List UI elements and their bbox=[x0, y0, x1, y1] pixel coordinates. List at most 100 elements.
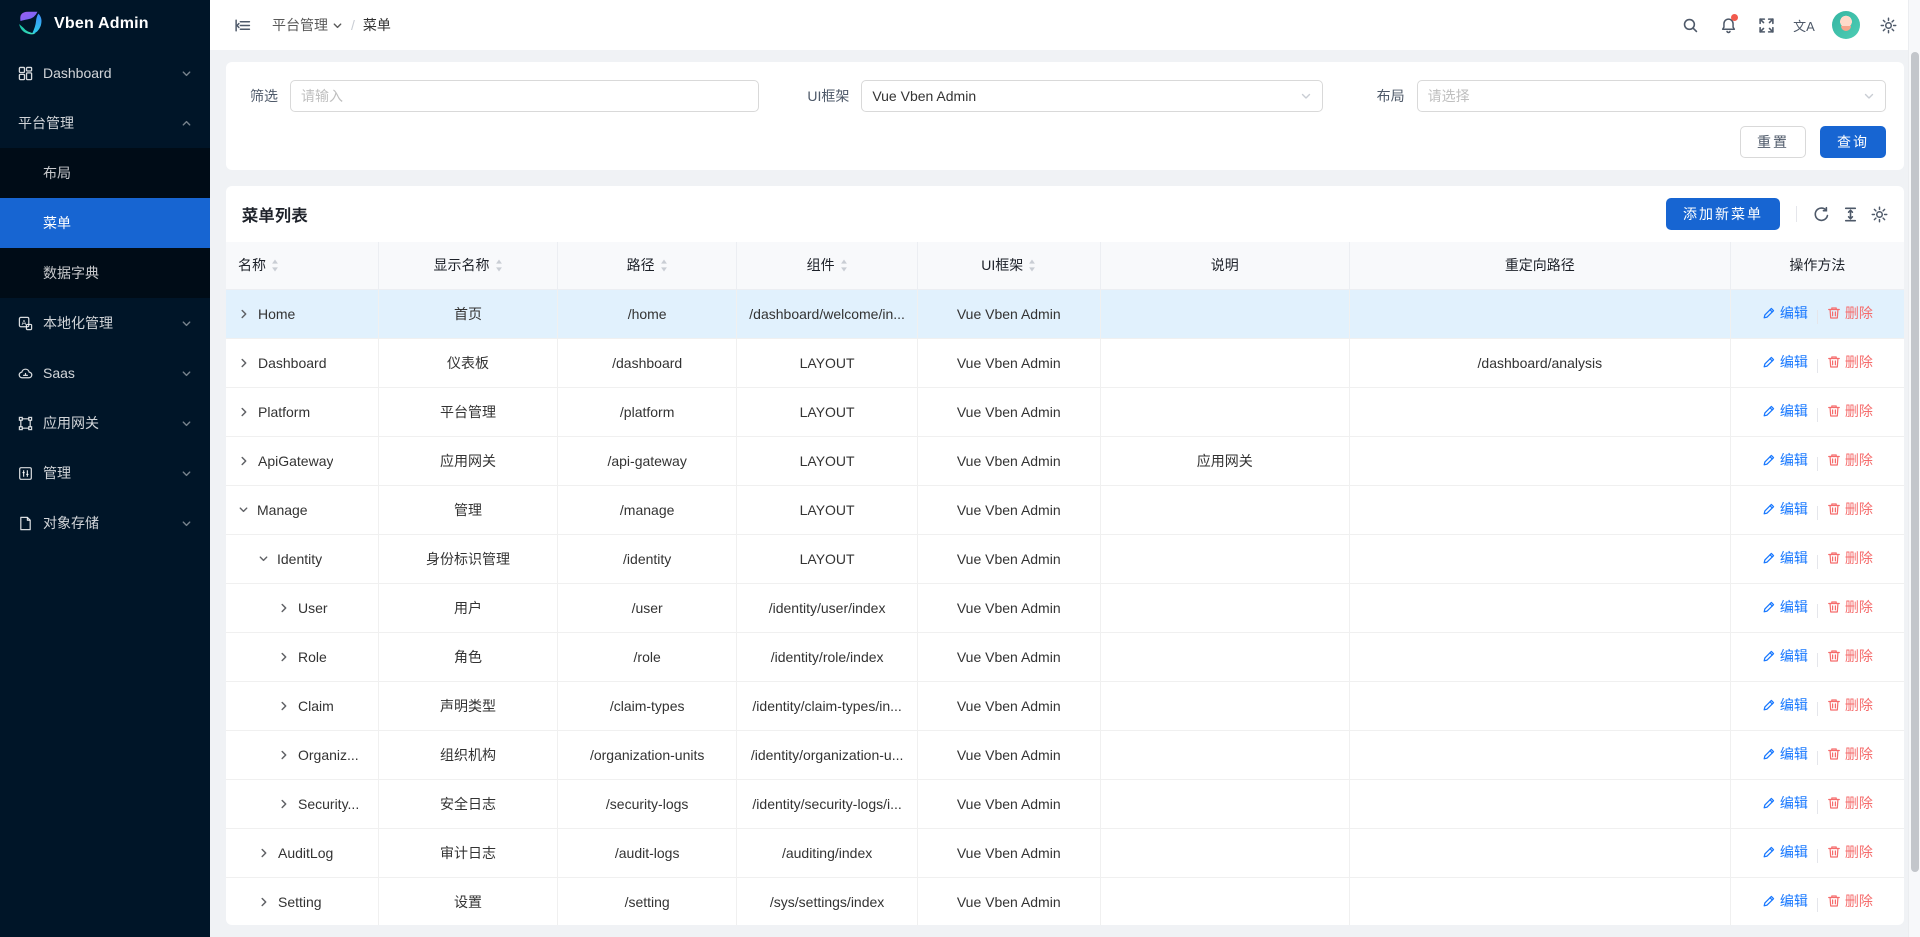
cell-name: Platform bbox=[226, 387, 379, 436]
layout-select[interactable]: 请选择 bbox=[1417, 80, 1886, 112]
edit-link[interactable]: 编辑 bbox=[1762, 793, 1808, 813]
filter-keyword-input[interactable] bbox=[290, 80, 759, 112]
tree-expand-icon[interactable] bbox=[238, 504, 249, 515]
edit-link[interactable]: 编辑 bbox=[1762, 401, 1808, 421]
edit-link[interactable]: 编辑 bbox=[1762, 303, 1808, 323]
delete-link[interactable]: 删除 bbox=[1827, 842, 1873, 862]
table-row[interactable]: Identity身份标识管理/identityLAYOUTVue Vben Ad… bbox=[226, 534, 1904, 583]
pencil-icon bbox=[1762, 453, 1776, 467]
delete-link[interactable]: 删除 bbox=[1827, 548, 1873, 568]
tree-expand-icon[interactable] bbox=[258, 896, 270, 908]
query-button[interactable]: 查询 bbox=[1820, 126, 1886, 158]
delete-link[interactable]: 删除 bbox=[1827, 793, 1873, 813]
tree-expand-icon[interactable] bbox=[278, 749, 290, 761]
tree-expand-icon[interactable] bbox=[258, 847, 270, 859]
notification-bell-icon[interactable] bbox=[1712, 9, 1744, 41]
tree-expand-icon[interactable] bbox=[278, 602, 290, 614]
sidebar-item-api-gateway[interactable]: 应用网关 bbox=[0, 398, 210, 448]
table-row[interactable]: Home首页/home/dashboard/welcome/in...Vue V… bbox=[226, 289, 1904, 338]
edit-link[interactable]: 编辑 bbox=[1762, 597, 1808, 617]
edit-link[interactable]: 编辑 bbox=[1762, 891, 1808, 911]
sidebar-item-platform[interactable]: 平台管理 bbox=[0, 98, 210, 148]
delete-link[interactable]: 删除 bbox=[1827, 401, 1873, 421]
add-menu-button[interactable]: 添加新菜单 bbox=[1666, 198, 1780, 230]
sidebar-item-dictionary[interactable]: 数据字典 bbox=[0, 248, 210, 298]
table-row[interactable]: Organiz...组织机构/organization-units/identi… bbox=[226, 730, 1904, 779]
tree-expand-icon[interactable] bbox=[238, 406, 250, 418]
table-row[interactable]: Dashboard仪表板/dashboardLAYOUTVue Vben Adm… bbox=[226, 338, 1904, 387]
user-avatar[interactable] bbox=[1832, 11, 1860, 39]
table-row[interactable]: Claim声明类型/claim-types/identity/claim-typ… bbox=[226, 681, 1904, 730]
sort-icon[interactable] bbox=[271, 259, 279, 272]
tree-expand-icon[interactable] bbox=[278, 651, 290, 663]
row-height-icon[interactable] bbox=[1842, 206, 1859, 223]
sort-icon[interactable] bbox=[660, 259, 668, 272]
action-divider bbox=[1817, 800, 1818, 814]
table-row[interactable]: Manage管理/manageLAYOUTVue Vben Admin编辑删除 bbox=[226, 485, 1904, 534]
delete-link[interactable]: 删除 bbox=[1827, 450, 1873, 470]
sort-icon[interactable] bbox=[840, 259, 848, 272]
cell-redirect bbox=[1349, 779, 1730, 828]
delete-link[interactable]: 删除 bbox=[1827, 695, 1873, 715]
cloud-icon bbox=[18, 366, 33, 381]
tree-expand-icon[interactable] bbox=[238, 455, 250, 467]
sidebar-item-dashboard[interactable]: Dashboard bbox=[0, 48, 210, 98]
table-row[interactable]: Role角色/role/identity/role/indexVue Vben … bbox=[226, 632, 1904, 681]
sidebar-item-menu[interactable]: 菜单 bbox=[0, 198, 210, 248]
edit-link[interactable]: 编辑 bbox=[1762, 646, 1808, 666]
sidebar-item-manage[interactable]: 管理 bbox=[0, 448, 210, 498]
table-row[interactable]: AuditLog审计日志/audit-logs/auditing/indexVu… bbox=[226, 828, 1904, 877]
breadcrumb-separator: / bbox=[351, 17, 355, 33]
delete-link[interactable]: 删除 bbox=[1827, 597, 1873, 617]
sidebar-item-object-storage[interactable]: 对象存储 bbox=[0, 498, 210, 548]
edit-link[interactable]: 编辑 bbox=[1762, 499, 1808, 519]
ui-framework-select[interactable]: Vue Vben Admin bbox=[861, 80, 1322, 112]
app-logo[interactable]: Vben Admin bbox=[0, 0, 210, 48]
breadcrumb-item[interactable]: 平台管理 bbox=[272, 15, 343, 35]
scrollbar-thumb[interactable] bbox=[1911, 52, 1919, 872]
cell-display-name: 组织机构 bbox=[379, 730, 558, 779]
column-settings-icon[interactable] bbox=[1871, 206, 1888, 223]
table-row[interactable]: ApiGateway应用网关/api-gatewayLAYOUTVue Vben… bbox=[226, 436, 1904, 485]
page-scrollbar[interactable] bbox=[1908, 0, 1920, 937]
delete-link[interactable]: 删除 bbox=[1827, 499, 1873, 519]
table-row[interactable]: Platform平台管理/platformLAYOUTVue Vben Admi… bbox=[226, 387, 1904, 436]
edit-link[interactable]: 编辑 bbox=[1762, 744, 1808, 764]
tree-expand-icon[interactable] bbox=[258, 553, 269, 564]
tree-expand-icon[interactable] bbox=[278, 700, 290, 712]
sort-icon[interactable] bbox=[495, 259, 503, 272]
delete-link[interactable]: 删除 bbox=[1827, 891, 1873, 911]
collapse-sidebar-icon[interactable] bbox=[226, 9, 258, 41]
translate-icon[interactable]: 文A bbox=[1788, 9, 1820, 41]
search-icon[interactable] bbox=[1674, 9, 1706, 41]
cell-redirect bbox=[1349, 387, 1730, 436]
delete-link[interactable]: 删除 bbox=[1827, 744, 1873, 764]
edit-link[interactable]: 编辑 bbox=[1762, 695, 1808, 715]
edit-link[interactable]: 编辑 bbox=[1762, 450, 1808, 470]
sidebar-item-saas[interactable]: Saas bbox=[0, 348, 210, 398]
sidebar-item-localization[interactable]: A本地化管理 bbox=[0, 298, 210, 348]
sidebar-item-layout[interactable]: 布局 bbox=[0, 148, 210, 198]
delete-label: 删除 bbox=[1845, 597, 1873, 617]
row-name: Identity bbox=[277, 551, 322, 567]
edit-link[interactable]: 编辑 bbox=[1762, 352, 1808, 372]
breadcrumb-item[interactable]: 菜单 bbox=[363, 15, 391, 35]
cell-description bbox=[1100, 828, 1349, 877]
edit-link[interactable]: 编辑 bbox=[1762, 548, 1808, 568]
delete-link[interactable]: 删除 bbox=[1827, 352, 1873, 372]
refresh-icon[interactable] bbox=[1813, 206, 1830, 223]
table-row[interactable]: Security...安全日志/security-logs/identity/s… bbox=[226, 779, 1904, 828]
delete-link[interactable]: 删除 bbox=[1827, 646, 1873, 666]
reset-button[interactable]: 重置 bbox=[1740, 126, 1806, 158]
delete-label: 删除 bbox=[1845, 842, 1873, 862]
fullscreen-icon[interactable] bbox=[1750, 9, 1782, 41]
edit-link[interactable]: 编辑 bbox=[1762, 842, 1808, 862]
table-row[interactable]: Setting设置/setting/sys/settings/indexVue … bbox=[226, 877, 1904, 925]
delete-link[interactable]: 删除 bbox=[1827, 303, 1873, 323]
tree-expand-icon[interactable] bbox=[278, 798, 290, 810]
tree-expand-icon[interactable] bbox=[238, 308, 250, 320]
sort-icon[interactable] bbox=[1028, 259, 1036, 272]
table-row[interactable]: User用户/user/identity/user/indexVue Vben … bbox=[226, 583, 1904, 632]
tree-expand-icon[interactable] bbox=[238, 357, 250, 369]
settings-gear-icon[interactable] bbox=[1872, 9, 1904, 41]
